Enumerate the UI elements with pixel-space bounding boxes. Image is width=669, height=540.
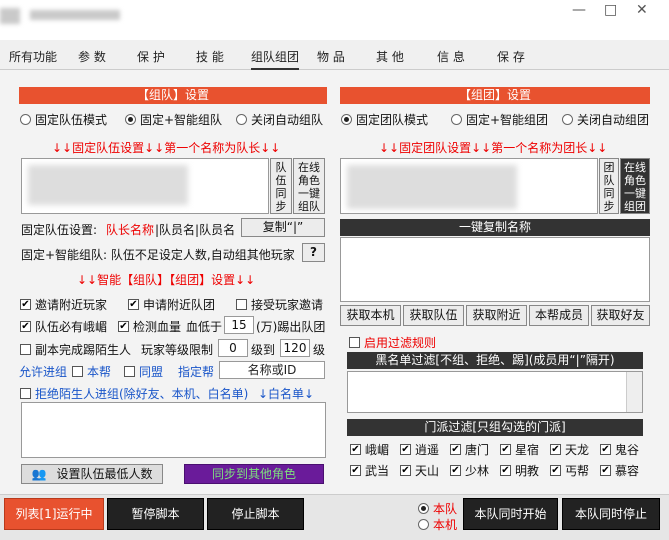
radio-this-machine[interactable]: 本机 bbox=[418, 516, 457, 533]
chk-sect-xiaoyao[interactable]: ✔ 逍遥 bbox=[400, 441, 439, 458]
chk-allow-guild[interactable]: 本帮 bbox=[72, 363, 111, 380]
chk-require-emei[interactable]: ✔ 队伍必有峨嵋 bbox=[20, 318, 107, 335]
team-start-button[interactable]: 本队同时开始 bbox=[463, 498, 558, 530]
chk-sect-tianlong[interactable]: ✔ 天龙 bbox=[550, 441, 589, 458]
copy-separator-button[interactable]: 复制“|” bbox=[241, 218, 325, 237]
raid-sync-button[interactable]: 团队同步 bbox=[599, 158, 619, 214]
chk-sect-wudang[interactable]: ✔ 武当 bbox=[350, 462, 389, 479]
copy-names-header: 一键复制名称 bbox=[340, 219, 650, 236]
chk-kick-strangers[interactable]: 副本完成踢陌生人 bbox=[20, 341, 131, 358]
team-sync-button[interactable]: 队伍同步 bbox=[270, 158, 292, 214]
level-mid: 级到 bbox=[251, 343, 276, 357]
hp-suffix: (万)踢出队团 bbox=[256, 320, 326, 334]
hp-threshold-input[interactable]: 15 bbox=[224, 316, 254, 334]
fixed-raid-label: ↓↓固定团队设置↓↓第一个名称为团长↓↓ bbox=[379, 141, 608, 155]
title-bar: — □ ✕ bbox=[0, 0, 669, 40]
chk-sect-xingxiu[interactable]: ✔ 星宿 bbox=[500, 441, 539, 458]
tab-info[interactable]: 信 息 bbox=[437, 48, 465, 65]
chk-sect-tianshan[interactable]: ✔ 天山 bbox=[400, 462, 439, 479]
fixed-team-list[interactable] bbox=[21, 158, 269, 214]
chk-sect-tangmen[interactable]: ✔ 唐门 bbox=[450, 441, 489, 458]
app-icon bbox=[0, 8, 20, 24]
minimize-button[interactable]: — bbox=[572, 2, 586, 18]
blacklist-scrollbar[interactable] bbox=[626, 372, 642, 412]
window-title bbox=[30, 10, 120, 20]
tab-save[interactable]: 保 存 bbox=[497, 48, 525, 65]
tab-items[interactable]: 物 品 bbox=[317, 48, 345, 65]
chk-apply-nearby[interactable]: ✔ 申请附近队团 bbox=[128, 296, 215, 313]
online-one-click-raid-button[interactable]: 在线角色一键组团 bbox=[620, 158, 650, 214]
chk-invite-nearby[interactable]: ✔ 邀请附近玩家 bbox=[20, 296, 107, 313]
sync-to-others-button[interactable]: 同步到其他角色 bbox=[184, 464, 324, 484]
level-limit-label: 玩家等级限制 bbox=[141, 343, 214, 357]
help-button[interactable]: ? bbox=[302, 243, 325, 262]
tab-bar: 所有功能 参 数 保 护 技 能 组队组团 物 品 其 他 信 息 保 存 bbox=[0, 40, 669, 70]
sect-filter-header: 门派过滤[只组勾选的门派] bbox=[347, 419, 643, 436]
chk-sect-guigu[interactable]: ✔ 鬼谷 bbox=[600, 441, 639, 458]
raid-settings-header: 【组团】设置 bbox=[340, 87, 650, 104]
tab-skills[interactable]: 技 能 bbox=[196, 48, 224, 65]
stop-script-button[interactable]: 停止脚本 bbox=[207, 498, 304, 530]
users-icon: 👥 bbox=[31, 467, 47, 481]
chk-enable-filter[interactable]: 启用过滤规则 bbox=[349, 334, 436, 351]
radio-close-auto-team[interactable]: 关闭自动组队 bbox=[236, 111, 323, 128]
chk-sect-emei[interactable]: ✔ 峨嵋 bbox=[350, 441, 389, 458]
assign-guild-input[interactable]: 名称或ID bbox=[219, 361, 325, 379]
online-one-click-team-button[interactable]: 在线角色一键组队 bbox=[293, 158, 325, 214]
chk-sect-mingjiao[interactable]: ✔ 明教 bbox=[500, 462, 539, 479]
level-max-input[interactable]: 120 bbox=[280, 339, 310, 357]
close-button[interactable]: ✕ bbox=[636, 2, 648, 18]
fetch-team-button[interactable]: 获取队伍 bbox=[403, 305, 464, 326]
chk-sect-murong[interactable]: ✔ 慕容 bbox=[600, 462, 639, 479]
fixed-set-captain: 队长名称 bbox=[106, 223, 155, 237]
fixed-raid-list[interactable] bbox=[340, 158, 598, 214]
guild-members-button[interactable]: 本帮成员 bbox=[529, 305, 589, 326]
fixed-team-label: ↓↓固定队伍设置↓↓第一个名称为队长↓↓ bbox=[52, 141, 281, 155]
chk-reject-strangers[interactable]: 拒绝陌生人进组(除好友、本机、白名单) bbox=[20, 385, 248, 402]
radio-fixed-smart-team[interactable]: 固定+智能组队 bbox=[125, 111, 222, 128]
hp-prefix: 血低于 bbox=[186, 320, 223, 334]
tab-team[interactable]: 组队组团 bbox=[251, 48, 300, 70]
smart-settings-label: ↓↓智能【组队】【组团】设置↓↓ bbox=[77, 273, 256, 287]
maximize-button[interactable]: □ bbox=[604, 2, 617, 18]
assign-guild-label: 指定帮 bbox=[178, 365, 215, 379]
chk-check-hp[interactable]: ✔ 检测血量 bbox=[118, 318, 181, 335]
chk-allow-alliance[interactable]: 同盟 bbox=[124, 363, 163, 380]
level-min-input[interactable]: 0 bbox=[218, 339, 248, 357]
radio-fixed-team[interactable]: 固定队伍模式 bbox=[20, 111, 107, 128]
fetch-nearby-button[interactable]: 获取附近 bbox=[466, 305, 527, 326]
radio-fixed-raid[interactable]: 固定团队模式 bbox=[341, 111, 428, 128]
blacklist-textarea[interactable] bbox=[347, 371, 643, 413]
level-suffix: 级 bbox=[313, 343, 326, 357]
radio-fixed-smart-raid[interactable]: 固定+智能组团 bbox=[451, 111, 548, 128]
smart-team-note: 固定+智能组队: 队伍不足设定人数,自动组其他玩家 bbox=[21, 248, 295, 262]
tab-params[interactable]: 参 数 bbox=[78, 48, 106, 65]
fetch-local-button[interactable]: 获取本机 bbox=[340, 305, 401, 326]
fetch-friends-button[interactable]: 获取好友 bbox=[591, 305, 650, 326]
pause-script-button[interactable]: 暂停脚本 bbox=[107, 498, 204, 530]
chk-accept-invite[interactable]: 接受玩家邀请 bbox=[236, 296, 323, 313]
chk-sect-gaibang[interactable]: ✔ 丐帮 bbox=[550, 462, 589, 479]
blacklist-header: 黑名单过滤[不组、拒绝、踢](成员用“|”隔开) bbox=[347, 352, 643, 369]
team-settings-header: 【组队】设置 bbox=[19, 87, 327, 104]
list-running-button[interactable]: 列表[1]运行中 bbox=[4, 498, 104, 530]
whitelist-label: ↓白名单↓ bbox=[258, 387, 315, 401]
fixed-set-prefix: 固定队伍设置: bbox=[21, 223, 98, 237]
team-stop-button[interactable]: 本队同时停止 bbox=[562, 498, 660, 530]
radio-this-team[interactable]: 本队 bbox=[418, 500, 457, 517]
copy-names-textarea[interactable] bbox=[340, 237, 650, 302]
set-min-members-button[interactable]: 👥 设置队伍最低人数 bbox=[21, 464, 163, 484]
allow-join-label: 允许进组 bbox=[19, 365, 68, 379]
fixed-set-suffix: |队员名|队员名 bbox=[155, 223, 236, 237]
tab-other[interactable]: 其 他 bbox=[376, 48, 404, 65]
chk-sect-shaolin[interactable]: ✔ 少林 bbox=[450, 462, 489, 479]
tab-protect[interactable]: 保 护 bbox=[137, 48, 165, 65]
whitelist-textarea[interactable] bbox=[21, 402, 326, 458]
radio-close-auto-raid[interactable]: 关闭自动组团 bbox=[562, 111, 649, 128]
tab-all[interactable]: 所有功能 bbox=[9, 48, 57, 65]
